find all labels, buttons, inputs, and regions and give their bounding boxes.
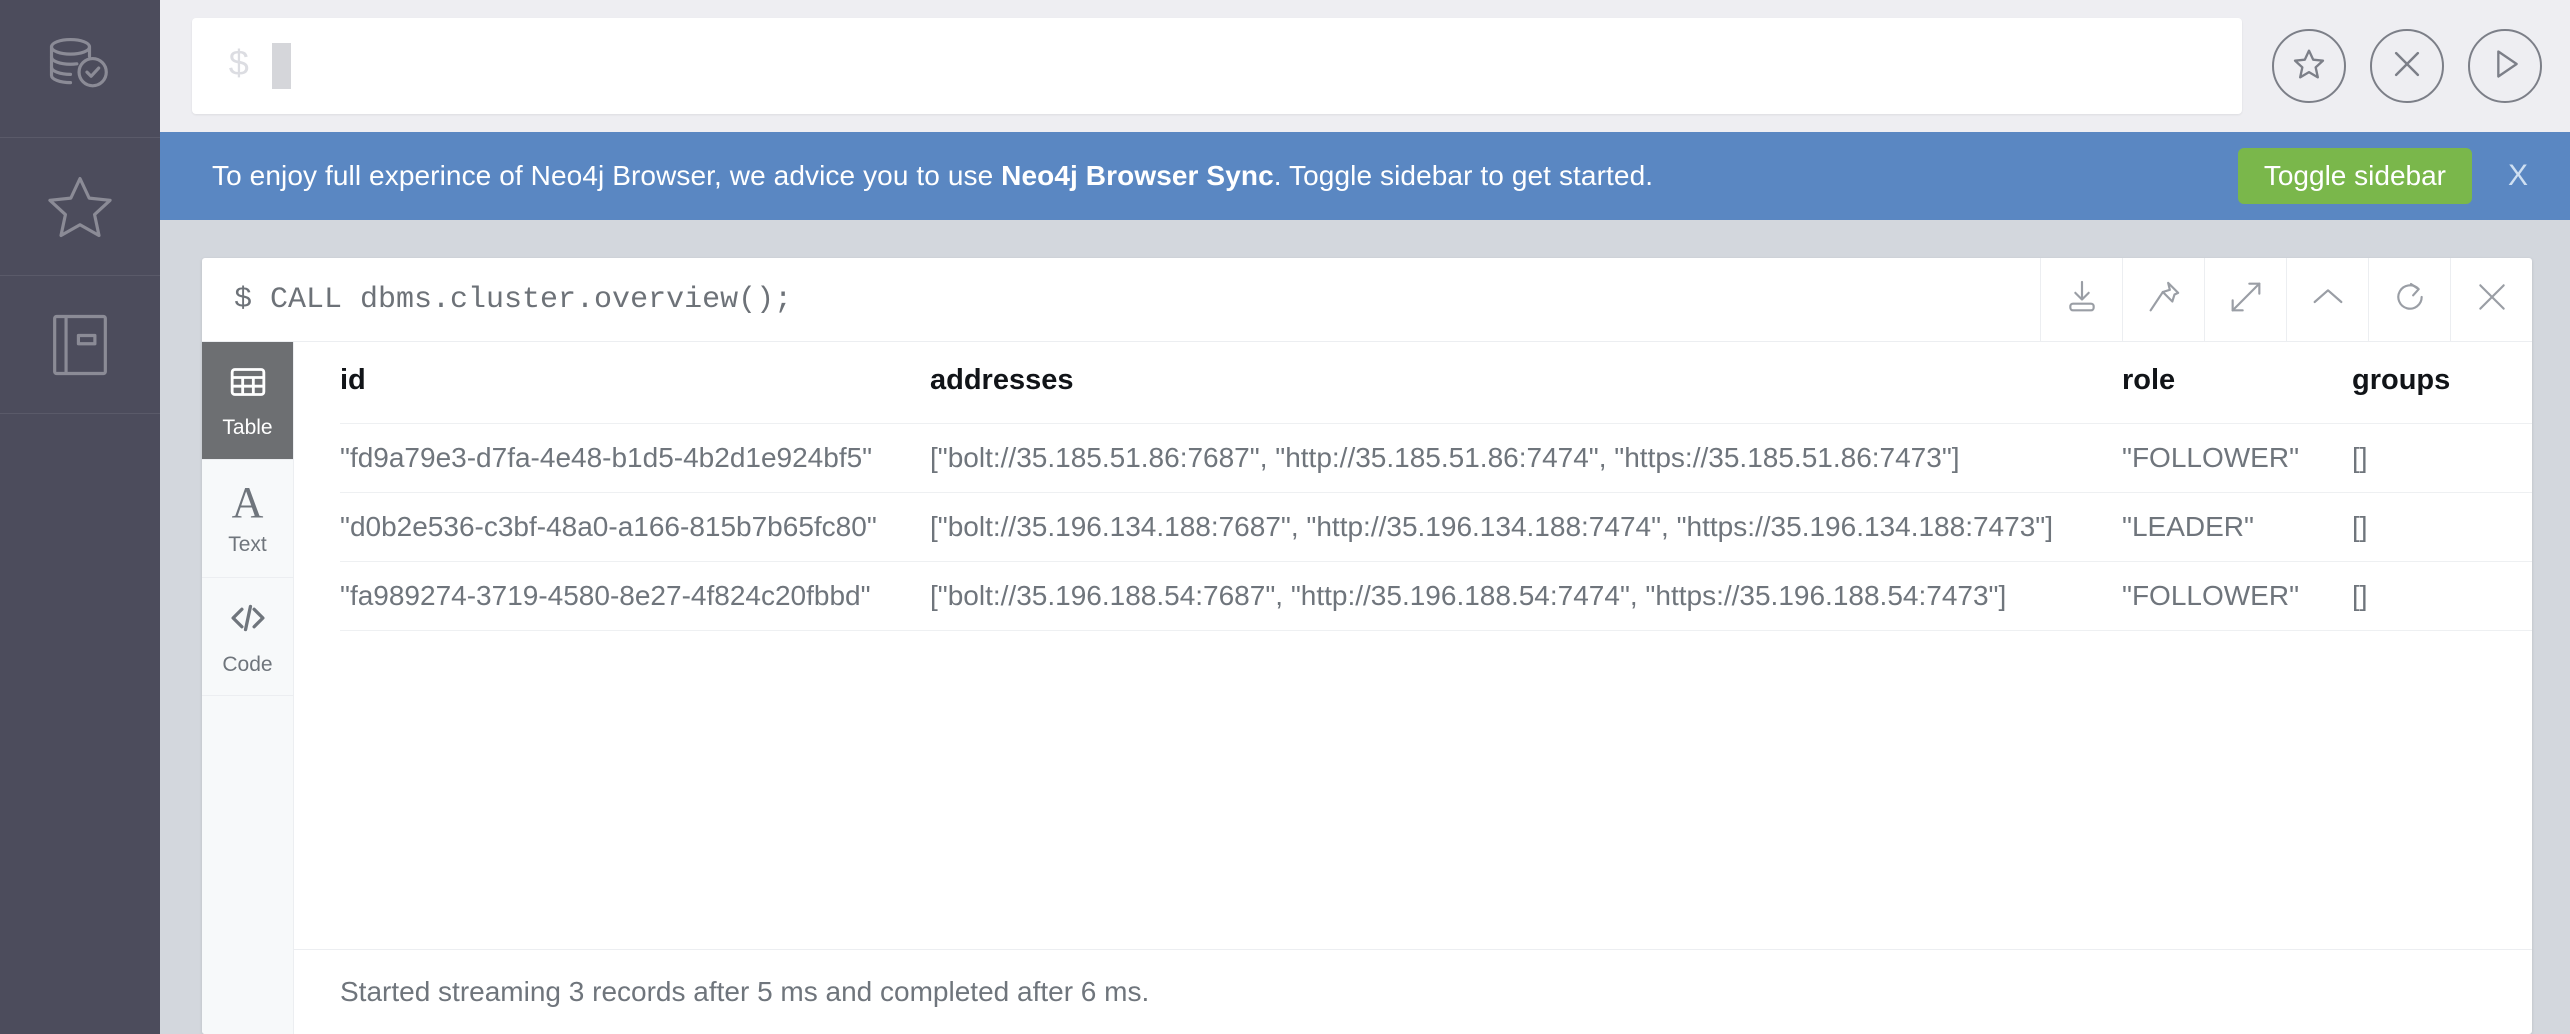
favorite-button[interactable] [2272, 29, 2346, 103]
banner-message: To enjoy full experince of Neo4j Browser… [212, 160, 2238, 192]
sidebar-filler [0, 414, 160, 1034]
table-row[interactable]: "fa989274-3719-4580-8e27-4f824c20fbbd" [… [340, 561, 2532, 631]
cell-addresses: ["bolt://35.196.188.54:7687", "http://35… [930, 561, 2122, 631]
star-icon [42, 169, 118, 245]
column-header-groups: groups [2352, 364, 2451, 396]
cell-role: "LEADER" [2122, 492, 2352, 562]
cell-id: "fa989274-3719-4580-8e27-4f824c20fbbd" [340, 561, 930, 631]
sidebar-rail [0, 0, 160, 1034]
code-icon [227, 597, 269, 645]
tab-table[interactable]: Table [202, 342, 293, 460]
close-circle-icon [2387, 44, 2427, 89]
cell-addresses: ["bolt://35.196.134.188:7687", "http://3… [930, 492, 2122, 562]
cell-role: "FOLLOWER" [2122, 561, 2352, 631]
results-table-scroll[interactable]: id addresses role groups "fd9a79e3-d7fa-… [294, 342, 2532, 949]
tab-table-label: Table [222, 415, 273, 439]
tab-text-label: Text [228, 532, 267, 556]
play-circle-icon [2485, 44, 2525, 89]
editor-prompt: $ [228, 45, 250, 86]
results-table: id addresses role groups "fd9a79e3-d7fa-… [340, 342, 2532, 667]
book-icon [42, 307, 118, 383]
banner-actions: Toggle sidebar X [2237, 148, 2534, 204]
refresh-icon [2390, 277, 2430, 322]
cell-addresses: ["bolt://35.185.51.86:7687", "http://35.… [930, 423, 2122, 493]
sync-banner: To enjoy full experince of Neo4j Browser… [160, 132, 2570, 220]
frame-tools [2040, 258, 2532, 341]
query-editor[interactable]: $ [192, 18, 2242, 114]
table-head: id addresses role groups [340, 342, 2532, 424]
clear-editor-button[interactable] [2370, 29, 2444, 103]
sidebar-item-favorites[interactable] [0, 138, 160, 276]
cell-groups: [] [2352, 492, 2532, 562]
cell-id: "fd9a79e3-d7fa-4e48-b1d5-4b2d1e924bf5" [340, 423, 930, 493]
frames-area: $ CALL dbms.cluster.overview(); Table A … [160, 220, 2570, 1034]
dismiss-banner-button[interactable]: X [2502, 159, 2534, 193]
frame-body: Table A Text Code id addresses role grou… [202, 342, 2532, 1034]
banner-text-bold: Neo4j Browser Sync [1001, 160, 1274, 191]
cell-id: "d0b2e536-c3bf-48a0-a166-815b7b65fc80" [340, 492, 930, 562]
text-icon: A [231, 477, 264, 527]
column-header-id: id [340, 364, 366, 396]
neo4j-browser-app: $ To enjoy full experince of Neo4j Brows… [0, 0, 2570, 1034]
editor-caret [271, 43, 291, 89]
query-result-frame: $ CALL dbms.cluster.overview(); Table A … [202, 258, 2532, 1034]
star-circle-icon [2289, 44, 2329, 89]
fullscreen-button[interactable] [2204, 258, 2286, 341]
download-icon [2062, 277, 2102, 322]
banner-text-after: . Toggle sidebar to get started. [1273, 160, 1654, 191]
chevron-up-icon [2308, 277, 2348, 322]
tab-text[interactable]: A Text [202, 460, 293, 578]
cell-groups: [] [2352, 561, 2532, 631]
column-header-addresses: addresses [930, 364, 1074, 396]
result-status-bar: Started streaming 3 records after 5 ms a… [294, 949, 2532, 1034]
results-pane: id addresses role groups "fd9a79e3-d7fa-… [294, 342, 2532, 1034]
frame-titlebar: $ CALL dbms.cluster.overview(); [202, 258, 2532, 342]
collapse-frame-button[interactable] [2286, 258, 2368, 341]
tab-code[interactable]: Code [202, 578, 293, 696]
view-tabs: Table A Text Code [202, 342, 294, 1034]
banner-text-before: To enjoy full experince of Neo4j Browser… [212, 160, 1002, 191]
toggle-sidebar-button[interactable]: Toggle sidebar [2237, 148, 2472, 204]
table-icon [228, 362, 268, 408]
main-column: $ To enjoy full experince of Neo4j Brows… [160, 0, 2570, 1034]
close-icon [2472, 277, 2512, 322]
sidebar-item-documents[interactable] [0, 276, 160, 414]
column-header-role: role [2122, 364, 2176, 396]
database-check-icon [42, 31, 118, 107]
table-row-end-divider [340, 630, 2532, 667]
table-body: "fd9a79e3-d7fa-4e48-b1d5-4b2d1e924bf5" [… [340, 423, 2532, 667]
expand-icon [2226, 277, 2266, 322]
close-frame-button[interactable] [2450, 258, 2532, 341]
download-button[interactable] [2040, 258, 2122, 341]
pin-icon [2144, 277, 2184, 322]
run-query-button[interactable] [2468, 29, 2542, 103]
table-row[interactable]: "fd9a79e3-d7fa-4e48-b1d5-4b2d1e924bf5" [… [340, 423, 2532, 493]
table-header-row: id addresses role groups [340, 342, 2532, 424]
editor-bar: $ [160, 0, 2570, 132]
cell-groups: [] [2352, 423, 2532, 493]
tab-code-label: Code [222, 652, 273, 676]
frame-command: $ CALL dbms.cluster.overview(); [234, 282, 793, 317]
pin-frame-button[interactable] [2122, 258, 2204, 341]
editor-actions [2272, 29, 2542, 103]
table-row[interactable]: "d0b2e536-c3bf-48a0-a166-815b7b65fc80" [… [340, 492, 2532, 562]
rerun-frame-button[interactable] [2368, 258, 2450, 341]
sidebar-item-database[interactable] [0, 0, 160, 138]
cell-role: "FOLLOWER" [2122, 423, 2352, 493]
